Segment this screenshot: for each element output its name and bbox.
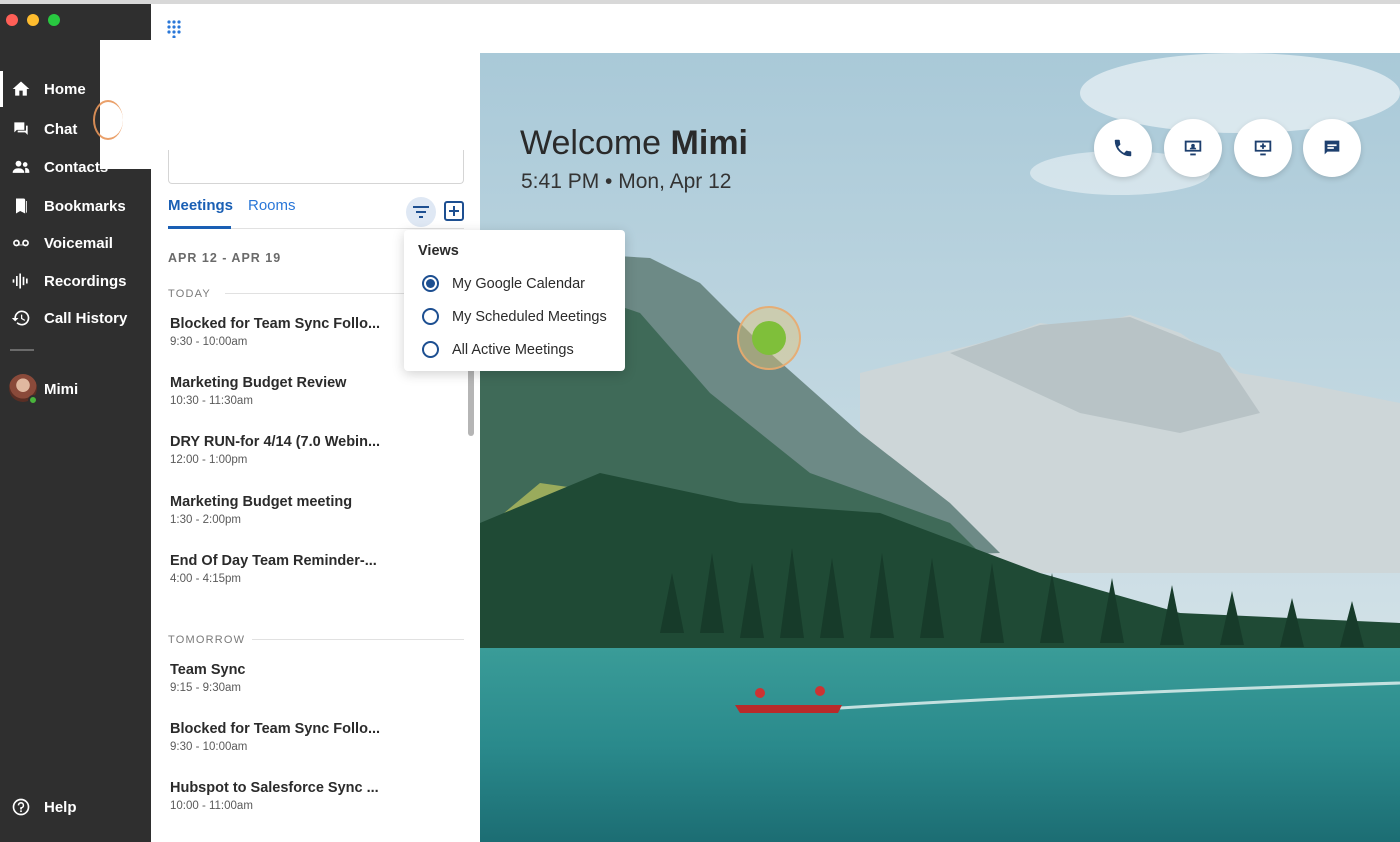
sidebar-item-voicemail[interactable]: Voicemail bbox=[0, 225, 151, 261]
meeting-item[interactable]: Marketing Budget Review 10:30 - 11:30am bbox=[170, 375, 410, 407]
chat-icon bbox=[10, 118, 32, 140]
share-screen-button[interactable] bbox=[1164, 119, 1222, 177]
new-meeting-button[interactable] bbox=[1234, 119, 1292, 177]
sidebar-item-label: Voicemail bbox=[44, 234, 113, 252]
recordings-icon bbox=[10, 270, 32, 292]
search-input[interactable] bbox=[168, 150, 464, 184]
section-tomorrow: TOMORROW bbox=[168, 634, 246, 646]
help-label: Help bbox=[44, 798, 77, 816]
help-button[interactable]: Help bbox=[0, 789, 151, 825]
meeting-time: 9:30 - 10:00am bbox=[170, 741, 248, 753]
chat-bubble-icon bbox=[1324, 140, 1340, 155]
meeting-item[interactable]: Hubspot to Salesforce Sync ... 10:00 - 1… bbox=[170, 780, 410, 812]
current-datetime: 5:41 PM • Mon, Apr 12 bbox=[521, 170, 732, 193]
sidebar-item-label: Recordings bbox=[44, 272, 127, 290]
meeting-item[interactable]: Blocked for Team Sync Follo... 9:30 - 10… bbox=[170, 721, 410, 753]
contacts-icon bbox=[10, 156, 32, 178]
radio-selected[interactable] bbox=[422, 275, 439, 292]
views-title: Views bbox=[418, 243, 459, 259]
tab-rooms[interactable]: Rooms bbox=[248, 197, 296, 214]
sidebar-item-bookmarks[interactable]: Bookmarks bbox=[0, 188, 151, 224]
view-option-google-calendar[interactable]: My Google Calendar bbox=[422, 275, 585, 292]
meeting-time: 4:00 - 4:15pm bbox=[170, 573, 241, 585]
filter-button[interactable] bbox=[406, 197, 436, 227]
home-icon bbox=[10, 78, 32, 100]
sidebar-item-call-history[interactable]: Call History bbox=[0, 300, 151, 336]
meeting-item[interactable]: Team Sync 9:15 - 9:30am bbox=[170, 662, 410, 694]
new-meeting-icon bbox=[1254, 140, 1272, 156]
meeting-time: 10:00 - 11:00am bbox=[170, 800, 253, 812]
section-today: TODAY bbox=[168, 288, 211, 300]
meeting-time: 12:00 - 1:00pm bbox=[170, 454, 248, 466]
sidebar-item-recordings[interactable]: Recordings bbox=[0, 263, 151, 299]
view-option-label: My Google Calendar bbox=[452, 275, 585, 292]
close-window-button[interactable] bbox=[6, 14, 18, 26]
voicemail-icon bbox=[10, 232, 32, 254]
active-tab-indicator bbox=[168, 226, 231, 229]
minimize-window-button[interactable] bbox=[27, 14, 39, 26]
meeting-time: 1:30 - 2:00pm bbox=[170, 514, 241, 526]
radio-unselected[interactable] bbox=[422, 341, 439, 358]
welcome-user-name: Mimi bbox=[670, 124, 748, 162]
meeting-item[interactable]: DRY RUN-for 4/14 (7.0 Webin... 12:00 - 1… bbox=[170, 434, 410, 466]
meeting-title: Blocked for Team Sync Follo... bbox=[170, 721, 381, 737]
view-option-active-meetings[interactable]: All Active Meetings bbox=[422, 341, 574, 358]
meeting-time: 9:30 - 10:00am bbox=[170, 336, 248, 348]
meeting-item[interactable]: Marketing Budget meeting 1:30 - 2:00pm bbox=[170, 494, 410, 526]
tab-meetings[interactable]: Meetings bbox=[168, 197, 233, 214]
meeting-time: 9:15 - 9:30am bbox=[170, 682, 241, 694]
sidebar-divider bbox=[10, 349, 34, 351]
sidebar-item-label: Chat bbox=[44, 120, 78, 138]
click-indicator-partial bbox=[93, 100, 123, 140]
meeting-title: Team Sync bbox=[170, 662, 246, 678]
meeting-item[interactable]: Blocked for Team Sync Follo... 9:30 - 10… bbox=[170, 316, 410, 348]
message-button[interactable] bbox=[1303, 119, 1361, 177]
meeting-title: Marketing Budget meeting bbox=[170, 494, 353, 510]
filter-icon bbox=[413, 206, 429, 218]
section-divider bbox=[252, 639, 464, 640]
date-range-label: APR 12 - APR 19 bbox=[168, 251, 282, 265]
phone-icon bbox=[1114, 139, 1132, 157]
add-meeting-button[interactable] bbox=[444, 201, 464, 221]
sidebar-item-label: Call History bbox=[44, 309, 128, 327]
view-option-scheduled-meetings[interactable]: My Scheduled Meetings bbox=[422, 308, 607, 325]
view-option-label: My Scheduled Meetings bbox=[452, 308, 607, 325]
bookmark-icon bbox=[10, 195, 32, 217]
view-option-label: All Active Meetings bbox=[452, 341, 574, 358]
sidebar-user[interactable]: Mimi bbox=[34, 371, 151, 407]
meeting-title: End Of Day Team Reminder-... bbox=[170, 553, 377, 569]
welcome-prefix: Welcome bbox=[520, 124, 662, 162]
meeting-title: DRY RUN-for 4/14 (7.0 Webin... bbox=[170, 434, 381, 450]
history-icon bbox=[10, 307, 32, 329]
add-box-icon bbox=[444, 201, 464, 221]
meeting-item[interactable]: End Of Day Team Reminder-... 4:00 - 4:15… bbox=[170, 553, 410, 585]
sidebar-item-label: Bookmarks bbox=[44, 197, 126, 215]
call-button[interactable] bbox=[1094, 119, 1152, 177]
maximize-window-button[interactable] bbox=[48, 14, 60, 26]
meeting-title: Hubspot to Salesforce Sync ... bbox=[170, 780, 379, 796]
dialpad-icon[interactable] bbox=[167, 20, 181, 38]
click-indicator bbox=[737, 306, 801, 370]
sidebar-item-label: Home bbox=[44, 80, 86, 98]
meeting-title: Marketing Budget Review bbox=[170, 375, 347, 391]
help-icon bbox=[10, 796, 32, 818]
meeting-title: Blocked for Team Sync Follo... bbox=[170, 316, 381, 332]
sidebar-item-label: Contacts bbox=[44, 158, 109, 176]
radio-unselected[interactable] bbox=[422, 308, 439, 325]
welcome-heading: Welcome Mimi bbox=[520, 124, 748, 163]
screen-share-icon bbox=[1184, 140, 1202, 156]
meeting-time: 10:30 - 11:30am bbox=[170, 395, 253, 407]
user-name: Mimi bbox=[44, 380, 79, 398]
